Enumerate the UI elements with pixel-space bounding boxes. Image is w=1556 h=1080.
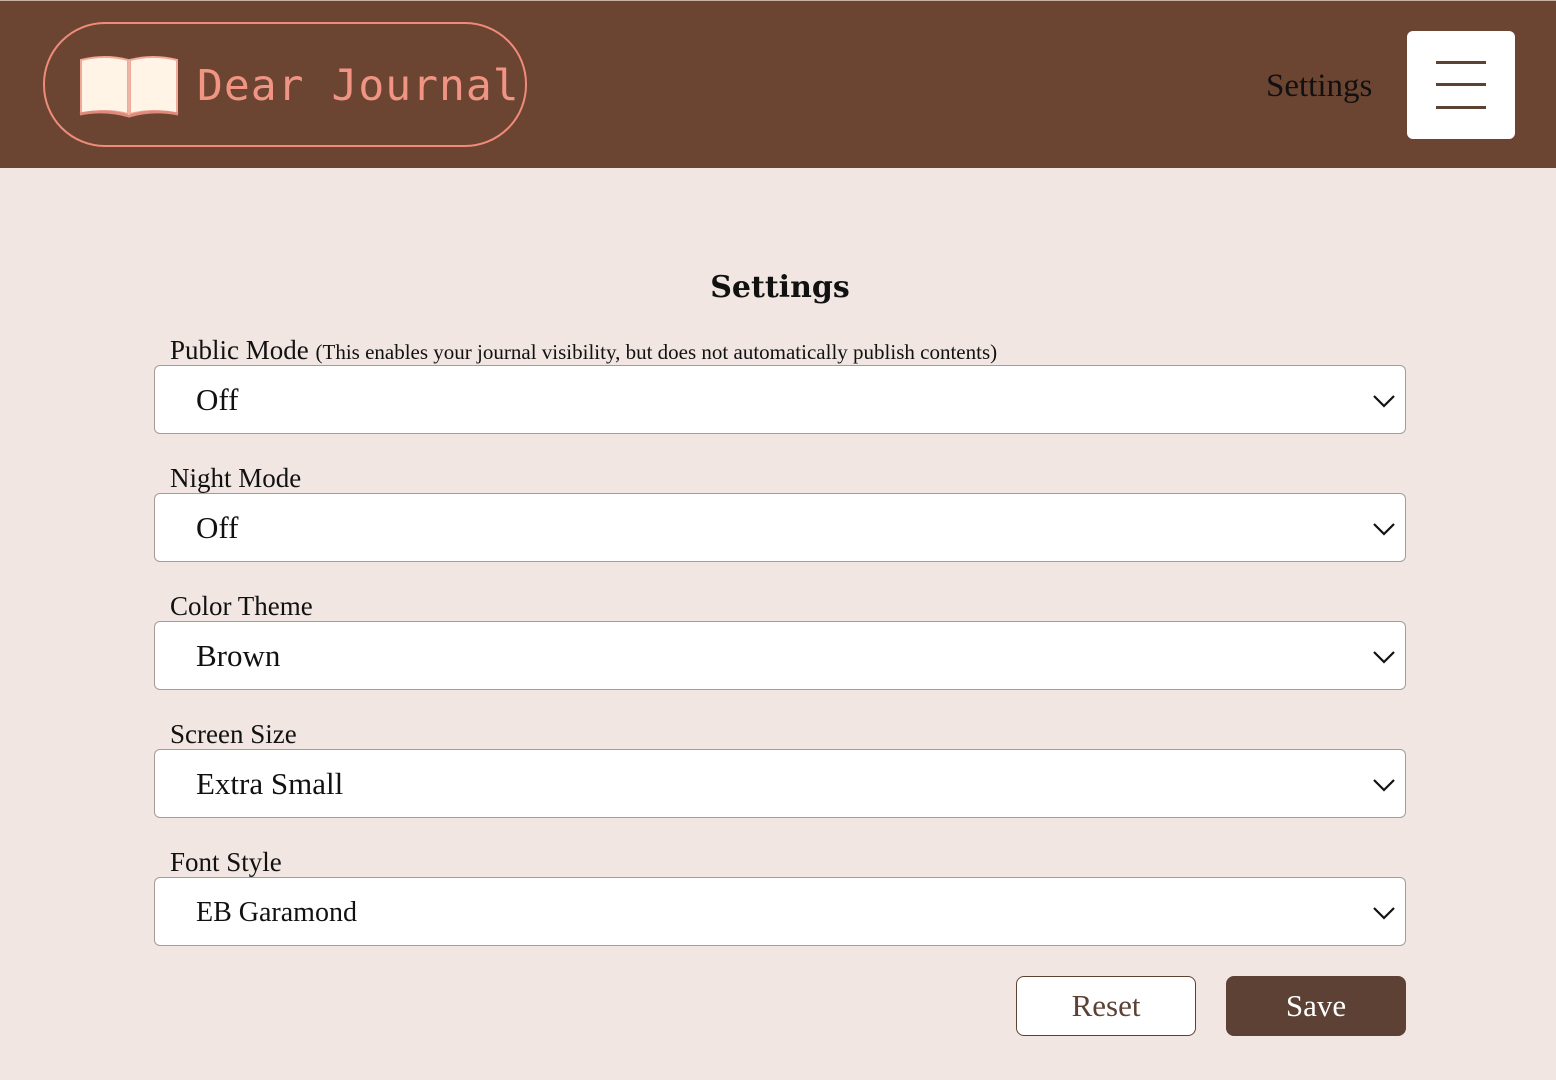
- chevron-down-icon: [1373, 651, 1395, 664]
- public-mode-select[interactable]: Off: [154, 365, 1406, 434]
- brand-logo-link[interactable]: Dear Journal: [43, 22, 527, 147]
- page-title: Settings: [710, 270, 850, 305]
- public-mode-label: Public Mode (This enables your journal v…: [170, 334, 997, 368]
- public-mode-value: Off: [196, 382, 239, 417]
- night-mode-select[interactable]: Off: [154, 493, 1406, 562]
- screen-size-select[interactable]: Extra Small: [154, 749, 1406, 818]
- color-theme-value: Brown: [196, 638, 281, 673]
- reset-button[interactable]: Reset: [1016, 976, 1196, 1036]
- night-mode-value: Off: [196, 510, 239, 545]
- chevron-down-icon: [1373, 395, 1395, 408]
- chevron-down-icon: [1373, 779, 1395, 792]
- color-theme-label: Color Theme: [170, 591, 313, 621]
- night-mode-label: Night Mode: [170, 463, 302, 493]
- font-style-label: Font Style: [170, 847, 282, 877]
- public-mode-label-text: Public Mode: [170, 335, 309, 365]
- top-navbar: Dear Journal Settings: [0, 0, 1556, 168]
- chevron-down-icon: [1373, 907, 1395, 920]
- save-button[interactable]: Save: [1226, 976, 1406, 1036]
- brand-title: Dear Journal: [197, 61, 520, 111]
- settings-page: Settings Public Mode (This enables your …: [0, 168, 1556, 1080]
- public-mode-hint: (This enables your journal visibility, b…: [315, 340, 998, 364]
- chevron-down-icon: [1373, 523, 1395, 536]
- font-style-select[interactable]: EB Garamond: [154, 877, 1406, 946]
- open-book-icon: [79, 56, 179, 118]
- nav-settings-link[interactable]: Settings: [1266, 66, 1372, 106]
- font-style-value: EB Garamond: [196, 897, 357, 928]
- screen-size-value: Extra Small: [196, 766, 344, 801]
- hamburger-menu-button[interactable]: [1407, 31, 1515, 139]
- color-theme-select[interactable]: Brown: [154, 621, 1406, 690]
- screen-size-label: Screen Size: [170, 719, 297, 749]
